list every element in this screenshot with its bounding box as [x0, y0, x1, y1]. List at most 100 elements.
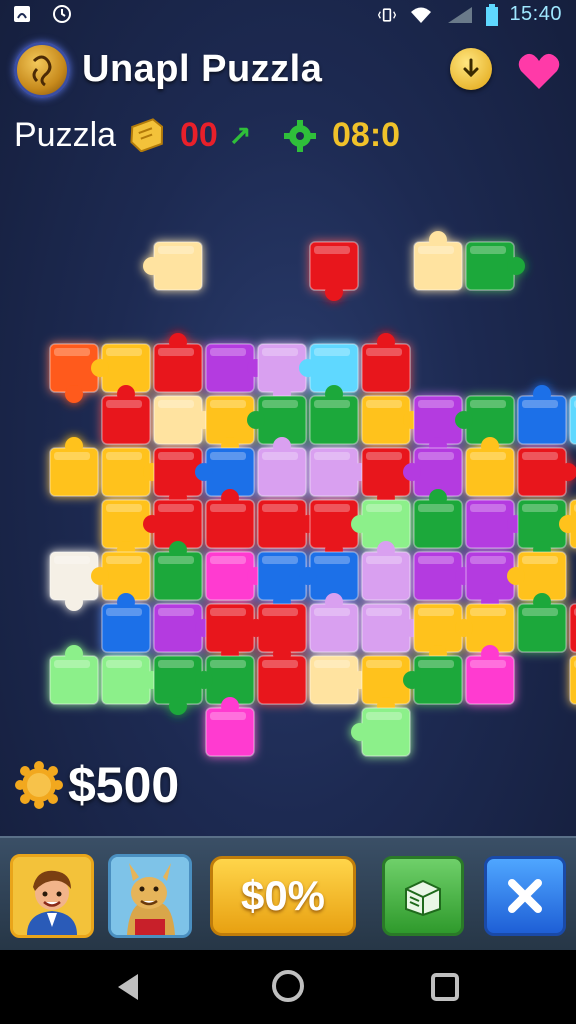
puzzle-piece[interactable] — [257, 551, 307, 611]
puzzle-piece[interactable] — [195, 447, 255, 497]
back-icon[interactable] — [112, 970, 146, 1004]
puzzle-piece[interactable] — [101, 655, 161, 705]
puzzle-piece[interactable] — [205, 489, 255, 549]
puzzle-piece[interactable] — [101, 385, 151, 445]
llama-avatar-icon — [111, 857, 189, 935]
puzzle-piece[interactable] — [465, 551, 515, 611]
puzzle-piece[interactable] — [101, 499, 151, 559]
puzzle-piece[interactable] — [309, 655, 369, 705]
puzzle-piece[interactable] — [49, 437, 99, 497]
puzzle-piece[interactable] — [465, 241, 525, 291]
puzzle-piece[interactable] — [517, 447, 576, 497]
gear-icon — [284, 120, 316, 152]
coin-emblem-icon[interactable] — [14, 42, 70, 98]
puzzle-piece[interactable] — [195, 655, 255, 705]
puzzle-piece[interactable] — [91, 343, 151, 393]
sun-coin-icon — [15, 761, 63, 809]
puzzle-piece[interactable] — [205, 395, 255, 455]
puzzle-piece[interactable] — [361, 395, 421, 445]
puzzle-piece[interactable] — [257, 499, 317, 549]
puzzle-piece[interactable] — [205, 697, 255, 757]
puzzle-piece[interactable] — [309, 385, 359, 445]
puzzle-piece[interactable] — [351, 707, 411, 757]
llama-avatar[interactable] — [108, 854, 192, 938]
trend-arrow-icon: ↗ — [228, 121, 252, 152]
vibrate-icon — [378, 7, 397, 22]
store-button[interactable] — [382, 856, 464, 936]
puzzle-piece[interactable] — [153, 655, 203, 715]
puzzle-piece[interactable] — [49, 551, 99, 611]
puzzle-piece[interactable] — [309, 593, 359, 653]
puzzle-piece[interactable] — [465, 499, 525, 549]
game-header: Unapl Puzzla — [0, 40, 576, 102]
puzzle-piece[interactable] — [507, 551, 567, 601]
puzzle-piece[interactable] — [257, 645, 307, 705]
battery-icon — [486, 3, 499, 26]
signal-icon — [448, 6, 473, 23]
puzzle-piece[interactable] — [153, 447, 203, 507]
player-avatar[interactable] — [10, 854, 94, 938]
puzzle-piece[interactable] — [413, 489, 463, 549]
close-button[interactable] — [484, 856, 566, 936]
boy-avatar-icon — [13, 857, 91, 935]
puzzle-piece[interactable] — [455, 603, 515, 653]
puzzle-piece[interactable] — [569, 395, 576, 445]
stats-row: Puzzla 00 ↗ 08:0 — [0, 110, 576, 160]
puzzle-piece[interactable] — [413, 395, 463, 455]
puzzle-piece[interactable] — [309, 499, 359, 559]
puzzle-piece[interactable] — [361, 333, 411, 393]
puzzle-piece[interactable] — [361, 655, 411, 715]
recent-apps-icon[interactable] — [430, 972, 460, 1002]
offer-button[interactable]: $0% — [210, 856, 356, 936]
wifi-icon — [411, 7, 432, 23]
alarm-icon — [53, 5, 71, 23]
favorite-button[interactable] — [516, 48, 562, 94]
puzzle-piece[interactable] — [49, 343, 99, 403]
puzzle-piece[interactable] — [153, 541, 203, 601]
puzzle-piece[interactable] — [455, 395, 515, 445]
puzzle-piece[interactable] — [153, 395, 213, 445]
puzzle-piece[interactable] — [205, 551, 265, 601]
puzzle-piece[interactable] — [49, 645, 99, 705]
score-value: 00 — [180, 116, 218, 154]
puzzle-piece[interactable] — [361, 447, 411, 507]
puzzle-piece[interactable] — [413, 231, 463, 291]
puzzle-piece[interactable] — [465, 437, 515, 497]
puzzle-piece[interactable] — [153, 333, 203, 393]
puzzle-piece[interactable] — [143, 241, 203, 291]
puzzle-piece[interactable] — [569, 603, 576, 653]
puzzle-piece[interactable] — [299, 343, 359, 393]
puzzle-piece[interactable] — [361, 603, 421, 653]
puzzle-piece[interactable] — [517, 385, 567, 445]
puzzle-piece[interactable] — [257, 437, 307, 497]
puzzle-piece[interactable] — [153, 603, 213, 653]
puzzle-piece[interactable] — [517, 593, 567, 653]
home-icon[interactable] — [270, 968, 306, 1004]
puzzle-piece[interactable] — [351, 499, 411, 549]
puzzle-piece[interactable] — [247, 603, 307, 653]
puzzle-piece[interactable] — [101, 593, 151, 653]
sim-icon — [14, 6, 30, 22]
puzzle-piece[interactable] — [465, 645, 515, 705]
puzzle-piece[interactable] — [361, 541, 411, 601]
heart-icon — [518, 53, 560, 89]
puzzle-piece[interactable] — [569, 655, 576, 715]
puzzle-piece[interactable] — [403, 655, 463, 705]
puzzle-piece[interactable] — [413, 603, 463, 663]
puzzle-piece[interactable] — [309, 241, 359, 301]
puzzle-piece[interactable] — [257, 343, 307, 403]
puzzle-piece[interactable] — [205, 603, 255, 663]
puzzle-piece[interactable] — [205, 343, 265, 393]
puzzle-piece[interactable] — [91, 551, 151, 601]
puzzle-piece[interactable] — [101, 447, 161, 497]
download-button[interactable] — [450, 48, 492, 90]
puzzle-piece[interactable] — [143, 499, 203, 549]
puzzle-piece[interactable] — [299, 551, 359, 601]
puzzle-piece[interactable] — [247, 395, 307, 445]
puzzle-piece[interactable] — [403, 447, 463, 497]
puzzle-piece[interactable] — [413, 551, 473, 601]
close-icon — [508, 879, 542, 913]
bottom-tray: $0% — [0, 836, 576, 952]
puzzle-piece[interactable] — [309, 447, 369, 497]
puzzle-piece[interactable] — [517, 499, 567, 559]
